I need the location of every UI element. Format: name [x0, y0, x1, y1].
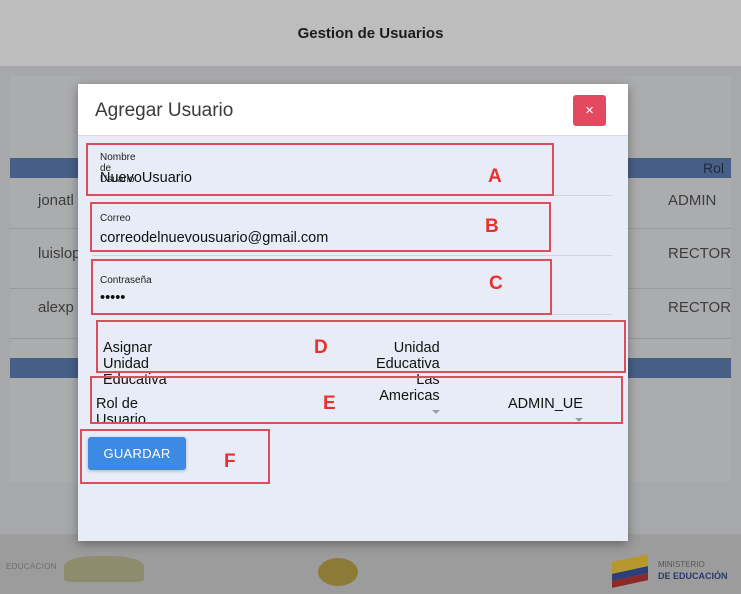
educacion-logo-text: EDUCACION [6, 562, 57, 571]
modal-title: Agregar Usuario [95, 100, 234, 121]
ministerio-logo: MINISTERIO DE EDUCACIÓN [612, 554, 738, 588]
annotation-label-e: E [323, 393, 336, 414]
annotation-box-d [96, 320, 626, 373]
app-header: Gestion de Usuarios [0, 0, 741, 66]
annotation-label-f: F [224, 451, 236, 472]
annotation-label-a: A [488, 166, 502, 187]
educacion-logo: EDUCACION [2, 554, 152, 584]
annotation-box-b [90, 202, 551, 252]
email-underline [92, 255, 612, 256]
annotation-label-d: D [314, 337, 328, 358]
page-title: Gestion de Usuarios [297, 24, 444, 42]
flag-icon [612, 554, 648, 588]
close-button[interactable]: × [573, 95, 606, 126]
table-cell-user: luislop [38, 245, 81, 262]
close-icon: × [585, 102, 594, 119]
modal-header: Agregar Usuario × [78, 84, 628, 136]
table-cell-user: alexp [38, 299, 74, 316]
ministerio-logo-line2: DE EDUCACIÓN [658, 571, 728, 581]
annotation-label-b: B [485, 216, 499, 237]
table-cell-rol: RECTOR [668, 299, 732, 316]
tree-icon [64, 556, 144, 582]
annotation-box-a [86, 143, 554, 196]
annotation-box-e [90, 376, 623, 424]
table-cell-user: jonatl [38, 192, 74, 209]
coat-of-arms-icon [318, 558, 358, 586]
table-cell-rol: ADMIN [668, 192, 717, 209]
annotation-label-c: C [489, 273, 503, 294]
table-cell-rol: RECTOR [668, 245, 732, 262]
column-header-rol: Rol [703, 160, 725, 176]
ministerio-logo-line1: MINISTERIO [658, 560, 705, 569]
annotation-box-f [80, 429, 270, 484]
government-emblem-logo [318, 558, 468, 588]
annotation-box-c [91, 259, 552, 315]
